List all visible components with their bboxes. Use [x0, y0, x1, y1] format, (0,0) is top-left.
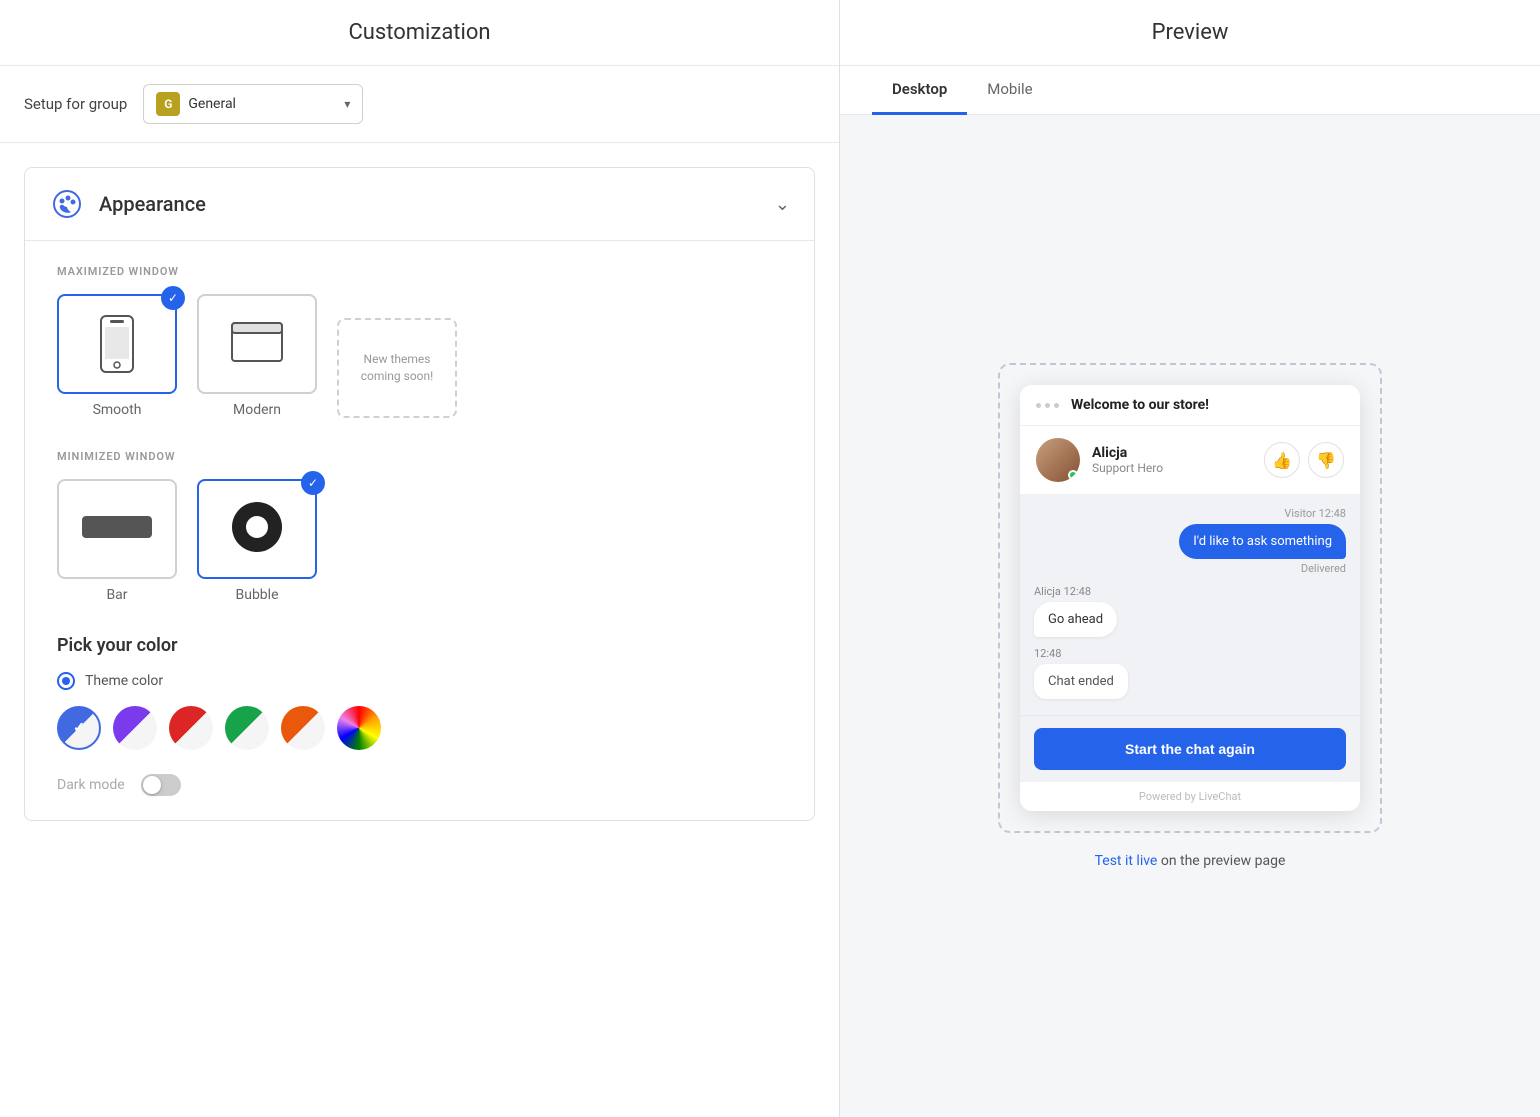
setup-label: Setup for group [24, 95, 127, 113]
left-title: Customization [0, 0, 839, 66]
minimized-theme-options: Bar ✓ Bubble [57, 479, 782, 603]
msg-bubble-system: Chat ended [1034, 664, 1128, 699]
chat-top-bar: Welcome to our store! [1020, 385, 1360, 426]
appearance-header-left: Appearance [49, 186, 206, 222]
bar-icon [82, 516, 152, 542]
test-it-live-link[interactable]: Test it live [1095, 853, 1158, 869]
color-swatches: ✓ [57, 706, 782, 750]
group-name: General [188, 96, 336, 112]
theme-smooth[interactable]: ✓ Smooth [57, 294, 177, 418]
theme-bubble-box[interactable]: ✓ [197, 479, 317, 579]
dot-3 [1054, 403, 1059, 408]
chat-footer: Powered by LiveChat [1020, 782, 1360, 811]
tab-desktop[interactable]: Desktop [872, 66, 967, 115]
dot-2 [1045, 403, 1050, 408]
collapse-icon: ⌄ [775, 194, 790, 215]
theme-bar[interactable]: Bar [57, 479, 177, 603]
appearance-title: Appearance [99, 192, 206, 216]
theme-new: New themes coming soon! [337, 318, 457, 418]
msg-agent-time: Alicja 12:48 [1034, 585, 1091, 598]
bubble-icon [231, 501, 283, 557]
left-panel: Customization Setup for group G General … [0, 0, 840, 1117]
appearance-card: Appearance ⌄ MAXIMIZED WINDOW ✓ [24, 167, 815, 821]
theme-smooth-box[interactable]: ✓ [57, 294, 177, 394]
agent-info: Alicja Support Hero [1092, 445, 1252, 475]
tab-mobile[interactable]: Mobile [967, 66, 1052, 115]
maximized-theme-options: ✓ Smooth [57, 294, 782, 418]
right-panel: Preview Desktop Mobile Welcome to our st… [840, 0, 1540, 1117]
check-badge-smooth: ✓ [161, 286, 185, 310]
preview-tabs: Desktop Mobile [840, 66, 1540, 115]
chat-cta: Start the chat again [1020, 715, 1360, 782]
chevron-down-icon: ▾ [344, 97, 350, 111]
msg-bubble-agent: Go ahead [1034, 602, 1117, 637]
swatch-orange[interactable] [281, 706, 325, 750]
smooth-phone-icon [98, 315, 136, 373]
theme-modern-box[interactable] [197, 294, 317, 394]
theme-bar-box[interactable] [57, 479, 177, 579]
radio-inner [62, 677, 70, 685]
dark-mode-row: Dark mode [57, 774, 782, 796]
swatch-rainbow[interactable] [337, 706, 381, 750]
theme-new-box: New themes coming soon! [337, 318, 457, 418]
msg-system-time: 12:48 [1034, 647, 1061, 660]
chat-welcome: Welcome to our store! [1071, 397, 1209, 413]
group-select[interactable]: G General ▾ [143, 84, 363, 124]
pick-color-title: Pick your color [57, 635, 782, 656]
maximized-label: MAXIMIZED WINDOW [57, 265, 782, 278]
right-title: Preview [840, 0, 1540, 66]
agent-actions: 👍 👎 [1264, 442, 1344, 478]
test-link-post: on the preview page [1157, 853, 1285, 869]
msg-delivered: Delivered [1301, 562, 1346, 575]
left-content: Appearance ⌄ MAXIMIZED WINDOW ✓ [0, 143, 839, 1117]
modern-window-icon [230, 321, 284, 367]
theme-smooth-label: Smooth [93, 402, 142, 418]
thumbs-down-btn[interactable]: 👎 [1308, 442, 1344, 478]
msg-visitor-time: Visitor 12:48 [1284, 507, 1346, 520]
swatch-blue[interactable]: ✓ [57, 706, 101, 750]
preview-test-link: Test it live on the preview page [1095, 853, 1286, 869]
msg-agent-1: Alicja 12:48 Go ahead [1034, 585, 1346, 637]
chat-agent-bar: Alicja Support Hero 👍 👎 [1020, 426, 1360, 495]
new-themes-text: New themes coming soon! [339, 343, 455, 393]
chat-window: Welcome to our store! Alicja Support Her… [1020, 385, 1360, 811]
chat-dots [1036, 403, 1059, 408]
msg-system-1: 12:48 Chat ended [1034, 647, 1346, 699]
palette-icon [49, 186, 85, 222]
agent-role: Support Hero [1092, 461, 1252, 475]
appearance-body: MAXIMIZED WINDOW ✓ [25, 240, 814, 820]
theme-modern-label: Modern [233, 402, 281, 418]
theme-bar-label: Bar [106, 587, 127, 603]
thumbs-up-btn[interactable]: 👍 [1264, 442, 1300, 478]
start-chat-button[interactable]: Start the chat again [1034, 728, 1346, 770]
dark-mode-toggle[interactable] [141, 774, 181, 796]
toggle-knob [143, 776, 161, 794]
group-avatar: G [156, 92, 180, 116]
theme-modern[interactable]: Modern [197, 294, 317, 418]
agent-name: Alicja [1092, 445, 1252, 461]
swatch-purple[interactable] [113, 706, 157, 750]
theme-color-label: Theme color [85, 673, 163, 689]
check-badge-bubble: ✓ [301, 471, 325, 495]
dot-1 [1036, 403, 1041, 408]
swatch-red[interactable] [169, 706, 213, 750]
theme-bubble[interactable]: ✓ Bubble [197, 479, 317, 603]
setup-bar: Setup for group G General ▾ [0, 66, 839, 143]
msg-visitor-1: Visitor 12:48 I'd like to ask something … [1034, 507, 1346, 575]
swatch-green[interactable] [225, 706, 269, 750]
dark-mode-label: Dark mode [57, 777, 125, 793]
preview-content: Welcome to our store! Alicja Support Her… [840, 115, 1540, 1117]
powered-by-text: Powered by LiveChat [1139, 790, 1241, 803]
appearance-header[interactable]: Appearance ⌄ [25, 168, 814, 240]
minimized-label: MINIMIZED WINDOW [57, 450, 782, 463]
theme-bubble-label: Bubble [236, 587, 279, 603]
msg-bubble-visitor: I'd like to ask something [1179, 524, 1346, 559]
theme-color-radio[interactable] [57, 672, 75, 690]
color-option-row: Theme color [57, 672, 782, 690]
chat-preview-outer: Welcome to our store! Alicja Support Her… [998, 363, 1382, 833]
online-indicator [1068, 470, 1078, 480]
chat-messages: Visitor 12:48 I'd like to ask something … [1020, 495, 1360, 715]
agent-avatar [1036, 438, 1080, 482]
